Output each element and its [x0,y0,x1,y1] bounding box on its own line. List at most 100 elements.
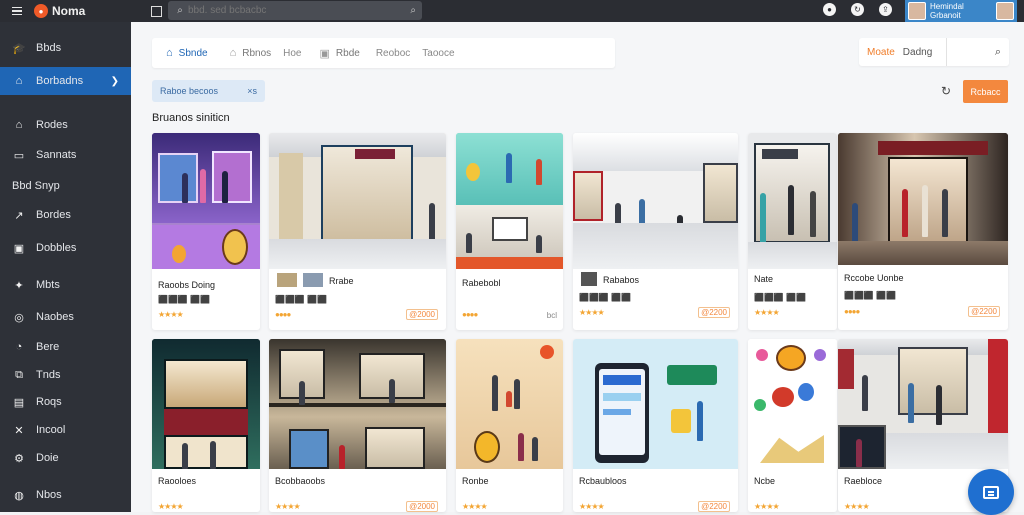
account-button[interactable]: Hemindal Grbanoit [905,0,1017,22]
home-icon: ⌂ [166,47,173,59]
sidebar-item-doie[interactable]: ⚙ Doie [0,447,131,469]
book-icon: ▣ [13,242,25,255]
chart-icon: ↗ [14,209,24,222]
card-title: Rababos [603,275,640,285]
card-image [152,133,260,269]
sidebar-item-dobbles[interactable]: ▣ Dobbles [0,237,131,259]
product-card[interactable]: Rabebobl ●●●● bcl [456,133,563,330]
window-toggle-icon[interactable] [151,5,163,17]
refresh-icon[interactable]: ↻ [941,84,951,98]
rating-stars: ★★★★ [579,308,605,317]
notification-icon[interactable]: ● [823,3,836,16]
tab-label: Rbnos [242,47,272,59]
product-card[interactable]: Rcbaubloos ★★★★ @2200 [573,339,738,512]
product-card[interactable]: Bcobbaoobs ★★★★ @2000 [269,339,446,512]
sidebar-item-roqs[interactable]: ▤ Roqs [0,391,131,413]
sidebar-item-mbts[interactable]: ✦ Mbts [0,274,131,296]
card-title: Ncbe [754,476,776,486]
chevron-right-icon: ❯ [110,75,119,87]
graduation-icon: 🎓 [12,42,26,55]
card-meta: ⬛⬛⬛ ⬛⬛ [275,295,328,304]
search-input[interactable] [188,5,388,16]
sidebar-item-bere[interactable]: ◔ Bere [0,336,131,358]
product-card[interactable]: Raooloes ★★★★ [152,339,260,512]
action-button[interactable]: Rcbacc [963,80,1008,103]
card-meta: ⬛⬛⬛ ⬛⬛ [158,295,211,304]
thumbnail [581,272,597,286]
sidebar-item-label: Mbts [36,279,60,291]
sidebar-item-naobes[interactable]: ◎ Naobes [0,306,131,328]
account-name: Hemindal Grbanoit [930,2,964,20]
price-tag: @2000 [406,309,438,320]
sidebar-item-rodes[interactable]: ⌂ Rodes [0,114,131,136]
card-meta: ⬛⬛⬛ ⬛⬛ [844,291,897,300]
product-card[interactable]: Ncbe ★★★★ [748,339,837,512]
card-image [838,339,1008,469]
clock-icon: ◔ [15,341,23,353]
app-logo-icon: ● [34,4,48,18]
search-bar[interactable]: ⌕ ⌕ [168,1,422,20]
card-image [269,339,446,469]
thumbnail [303,273,323,287]
product-card[interactable]: Nate ⬛⬛⬛ ⬛⬛ ★★★★ [748,133,837,330]
help-icon: ◍ [14,489,24,502]
chat-icon [983,485,999,499]
card-image [748,339,837,469]
tab-taooce[interactable]: Taooce [422,48,454,59]
rating-stars: ●●●● [844,307,860,316]
price-tag: @2200 [698,501,730,512]
sidebar-item-label: Dobbles [36,242,77,254]
sidebar-item-bordes[interactable]: ↗ Bordes [0,204,131,226]
tab-rbnos[interactable]: ⌂ Rbnos [230,47,272,59]
filter-accent-label[interactable]: Moate [867,47,895,58]
card-title: Ronbe [462,476,489,486]
top-bar: ● Noma ⌕ ⌕ ● ↻ ⇪ Hemindal Grbanoit [0,0,1024,22]
product-card[interactable]: Rrabe ⬛⬛⬛ ⬛⬛ ●●●● @2000 [269,133,446,330]
tab-rbde[interactable]: ▣ Rbde [320,47,360,60]
sync-icon[interactable]: ↻ [851,3,864,16]
top-icons: ● ↻ ⇪ [823,3,892,16]
stack-icon: ⧉ [15,368,23,381]
chat-fab-button[interactable] [968,469,1014,515]
sidebar-item-bbd-snyp[interactable]: Bbd Snyp [12,180,60,192]
card-image [573,133,738,269]
card-meta: ⬛⬛⬛ ⬛⬛ [754,293,807,302]
filter-label[interactable]: Dadng [903,47,932,58]
thumbnail [277,273,297,287]
search-submit-icon[interactable]: ⌕ [410,5,416,16]
filter-box: Moate Dadng ⌕ [859,38,1009,66]
sidebar-item-borbadns[interactable]: ⌂ Borbadns ❯ [0,67,131,95]
search-icon[interactable]: ⌕ [995,46,1001,59]
price-tag: @2200 [698,307,730,318]
hamburger-menu-icon[interactable] [8,2,26,20]
rating-stars: ★★★★ [844,502,870,511]
product-card[interactable]: Raoobs Doing ⬛⬛⬛ ⬛⬛ ★★★★ [152,133,260,330]
section-title: Bruanos siniticn [152,112,230,124]
monitor-icon: ▭ [13,149,25,162]
chip-label: Raboe becoos [160,86,219,96]
sidebar-item-nbos[interactable]: ◍ Nbos [0,484,131,506]
product-card[interactable]: Rababos ⬛⬛⬛ ⬛⬛ ★★★★ @2200 [573,133,738,330]
sidebar-item-label: Doie [36,452,59,464]
sidebar-item-bbds[interactable]: 🎓 Bbds [0,37,131,59]
product-card[interactable]: Ronbe ★★★★ [456,339,563,512]
tab-hoe[interactable]: Hoe [283,48,301,59]
card-image [152,339,260,469]
sidebar-item-sannats[interactable]: ▭ Sannats [0,144,131,166]
sidebar-item-incool[interactable]: ✕ Incool [0,419,131,441]
sidebar-item-tnds[interactable]: ⧉ Tnds [0,364,131,386]
rating-stars: ★★★★ [158,310,184,319]
product-card[interactable]: Rccobe Uonbe ⬛⬛⬛ ⬛⬛ ●●●● @2200 [838,133,1008,330]
card-image [456,133,563,269]
tab-sbnde[interactable]: ⌂ Sbnde [166,47,208,59]
card-title: Raebloce [844,476,883,486]
tab-reoboc[interactable]: Reoboc [376,48,410,59]
settings-icon: ◎ [14,311,24,324]
home-icon: ⌂ [15,75,23,87]
sidebar-item-label: Naobes [36,311,74,323]
chip-close-icon[interactable]: ×s [247,86,257,96]
share-icon[interactable]: ⇪ [879,3,892,16]
filter-chip[interactable]: Raboe becoos ×s [152,80,265,102]
rating-stars: ●●●● [462,310,478,319]
sidebar-item-label: Rodes [36,119,68,131]
